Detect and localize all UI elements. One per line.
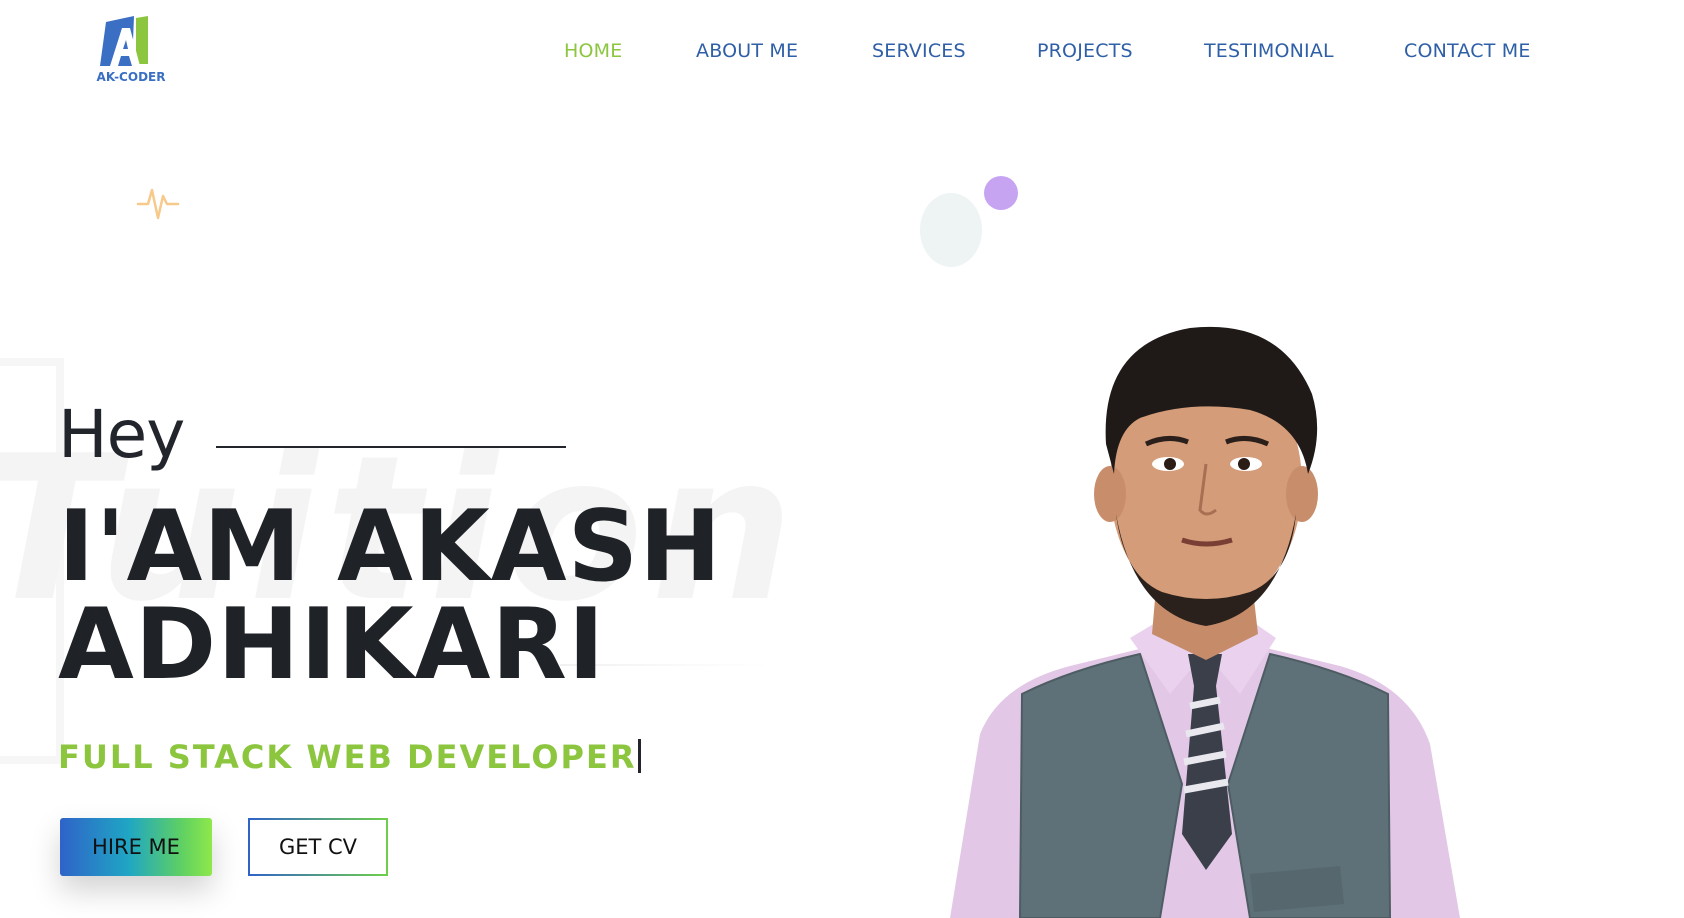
hero-role-text: FULL STACK WEB DEVELOPER — [58, 738, 637, 776]
hire-me-button[interactable]: HIRE ME — [60, 818, 212, 876]
nav-item-testimonial[interactable]: TESTIMONIAL — [1204, 40, 1334, 62]
decorative-dot — [984, 176, 1018, 210]
decorative-blob — [920, 193, 982, 267]
nav-item-contact-me[interactable]: CONTACT ME — [1404, 40, 1531, 62]
hero-role: FULL STACK WEB DEVELOPER — [58, 738, 642, 776]
nav-item-home[interactable]: HOME — [564, 40, 622, 62]
hero-name: I'AM AKASH ADHIKARI — [58, 498, 722, 694]
hero-name-line-2: ADHIKARI — [58, 588, 606, 702]
nav-item-projects[interactable]: PROJECTS — [1037, 40, 1133, 62]
greeting-underline — [216, 446, 566, 448]
logo-text: AK-CODER — [96, 70, 166, 84]
greeting-text: Hey — [58, 396, 185, 473]
typing-cursor — [638, 739, 642, 773]
landing-page: AK-CODER HOME ABOUT ME SERVICES PROJECTS… — [0, 0, 1684, 918]
logo-mark-icon — [100, 16, 148, 66]
hero-name-line-1: I'AM AKASH — [58, 490, 723, 604]
brand-logo[interactable]: AK-CODER — [92, 14, 170, 88]
nav-item-about-me[interactable]: ABOUT ME — [696, 40, 798, 62]
profile-photo — [950, 326, 1460, 918]
heartbeat-icon — [136, 188, 180, 220]
get-cv-button[interactable]: GET CV — [248, 818, 388, 876]
nav-item-services[interactable]: SERVICES — [872, 40, 966, 62]
